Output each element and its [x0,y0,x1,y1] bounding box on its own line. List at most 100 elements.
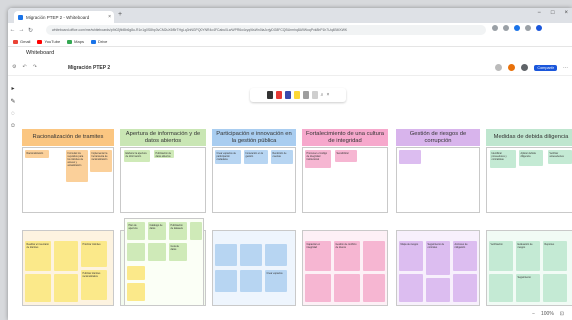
column-header-6[interactable]: Medidas de debida diligencia [486,129,572,146]
sticky-note[interactable] [265,244,287,266]
left-toolbar: ▸ ✎ ◌ ☺ [9,85,17,129]
tab-title: Migración PTEP 2 - Whiteboard [26,14,90,20]
redo-icon[interactable]: ↷ [33,64,37,70]
sticky-note-text: Publicación de datos abiertos [155,151,172,158]
close-window-button[interactable]: × [564,10,568,16]
bookmark-icon [13,39,18,44]
tab-close-icon[interactable]: × [108,14,111,20]
account-icon[interactable] [536,25,542,31]
extension-icon[interactable] [503,25,509,31]
extension-icon[interactable] [525,25,531,31]
zoom-controls: − 100% ⊡ [528,310,568,318]
sticky-note[interactable] [127,243,145,261]
board-name[interactable]: Migración PTEP 2 [68,65,110,71]
select-arrow-icon[interactable]: ▸ [11,85,14,92]
sticky-note[interactable] [215,270,237,292]
column-header-4[interactable]: Fortalecimiento de una cultura de integr… [302,129,388,146]
eraser-icon[interactable] [302,91,309,99]
sticky-note[interactable] [190,222,202,240]
sticky-note[interactable] [148,243,166,261]
search-icon[interactable]: ⌕ [321,92,324,98]
sticky-note[interactable] [127,266,145,280]
close-toolbar-icon[interactable]: × [326,92,329,98]
avatar[interactable] [508,64,516,71]
board-header: ⚙ ↶ ↷ Migración PTEP 2 Compartir ⋯ [8,61,572,75]
sticky-note-text: Plan de apertura [128,223,138,230]
sticky-note[interactable] [127,283,145,301]
sticky-note-text: Aplicar debida diligencia [520,151,536,158]
sticky-note[interactable] [489,274,513,302]
sticky-note[interactable] [453,274,477,302]
inking-toolbar: ⌕ × [250,88,346,102]
bookmark-item[interactable]: Gmail [13,39,30,44]
sticky-note-text: Innovación en la gestión [245,151,263,158]
bookmark-icon [67,39,73,44]
settings-icon[interactable]: ⚙ [12,64,16,70]
sticky-note[interactable] [215,244,237,266]
sticky-note-text: Crear espacios de participación ciudadan… [216,151,236,161]
sticky-note[interactable] [363,274,385,302]
minimize-button[interactable]: − [537,10,541,16]
sticky-note[interactable] [426,278,450,302]
column-header-1[interactable]: Racionalización de tramites [22,129,114,146]
sticky-note-text: Mapa de riesgos [400,242,419,246]
address-bar-row: ← → ↻ whiteboard.office.com/me/whiteboar… [8,23,572,37]
sticky-note[interactable] [54,274,78,302]
sticky-note-text: Capacitar en integridad [306,242,321,249]
sticky-note[interactable] [305,274,331,302]
browser-window: Migración PTEP 2 - Whiteboard × + − □ × … [8,8,572,320]
header-divider [8,75,572,76]
sticky-note[interactable] [399,274,423,302]
sticky-note-text: Rendición de cuentas [272,151,287,158]
column-header-2[interactable]: Apertura de información y de datos abier… [120,129,206,146]
extension-icon[interactable] [492,25,498,31]
help-icon[interactable] [495,64,503,71]
bookmark-item[interactable]: YouTube [37,39,60,44]
back-arrow-icon[interactable]: ← [8,27,17,33]
pen-icon[interactable]: ✎ [10,98,15,105]
profile-icon[interactable] [514,25,520,31]
sticky-note[interactable] [25,274,51,302]
zoom-level[interactable]: 100% [541,311,554,317]
blue-pen-icon[interactable] [284,91,291,99]
bookmark-item[interactable]: Drive [90,39,107,44]
browser-tab[interactable]: Migración PTEP 2 - Whiteboard × [14,11,114,23]
undo-icon[interactable]: ↶ [22,64,26,70]
sticky-note[interactable] [543,274,567,302]
sticky-note-text: Sensibilizar [336,151,349,155]
sticky-note[interactable] [334,274,360,302]
sticky-note-text: Seguimiento [517,275,531,279]
highlighter-icon[interactable] [293,91,300,99]
sticky-note-text: Gestión de conflicto de interés [335,242,357,249]
zoom-out-icon[interactable]: − [532,311,535,317]
red-pen-icon[interactable] [275,91,282,99]
reaction-icon[interactable]: ☺ [10,123,16,129]
forward-arrow-icon[interactable]: → [17,27,26,33]
sticky-note-text: Realizar el inventario de trámites [26,242,49,249]
new-tab-button[interactable]: + [118,11,122,18]
column-header-5[interactable]: Gestión de riesgos de corrupción [396,129,480,146]
url-field[interactable]: whiteboard.office.com/me/whiteboards/p!b… [46,25,486,35]
column-header-3[interactable]: Participación e innovación en la gestión… [212,129,296,146]
ruler-icon[interactable] [311,91,318,99]
column-lower-area[interactable] [212,230,296,306]
sticky-note[interactable] [399,150,421,164]
collaborators-icon[interactable] [521,64,529,71]
sticky-note-text: Guía de datos [170,244,180,251]
bookmark-item[interactable]: Maps [67,39,84,44]
fit-icon[interactable]: ⊡ [560,311,564,317]
sticky-note[interactable] [54,241,78,271]
maximize-button[interactable]: □ [551,10,555,16]
black-pen-icon[interactable] [266,91,273,99]
lasso-icon[interactable]: ◌ [11,111,15,117]
reload-icon[interactable]: ↻ [26,27,35,34]
sticky-note[interactable] [240,270,262,292]
sticky-note[interactable] [363,241,385,271]
sticky-note-text: Evaluación de riesgos [517,242,533,249]
bookmarks-bar: Gmail YouTube Maps Drive [8,37,572,47]
sticky-note[interactable] [240,244,262,266]
share-button[interactable]: Compartir [534,64,557,71]
sticky-note-text: Promover el código de integridad institu… [306,151,328,161]
sticky-note-text: Publicar trámites racionalizados [82,271,101,278]
more-options-icon[interactable]: ⋯ [563,65,568,71]
